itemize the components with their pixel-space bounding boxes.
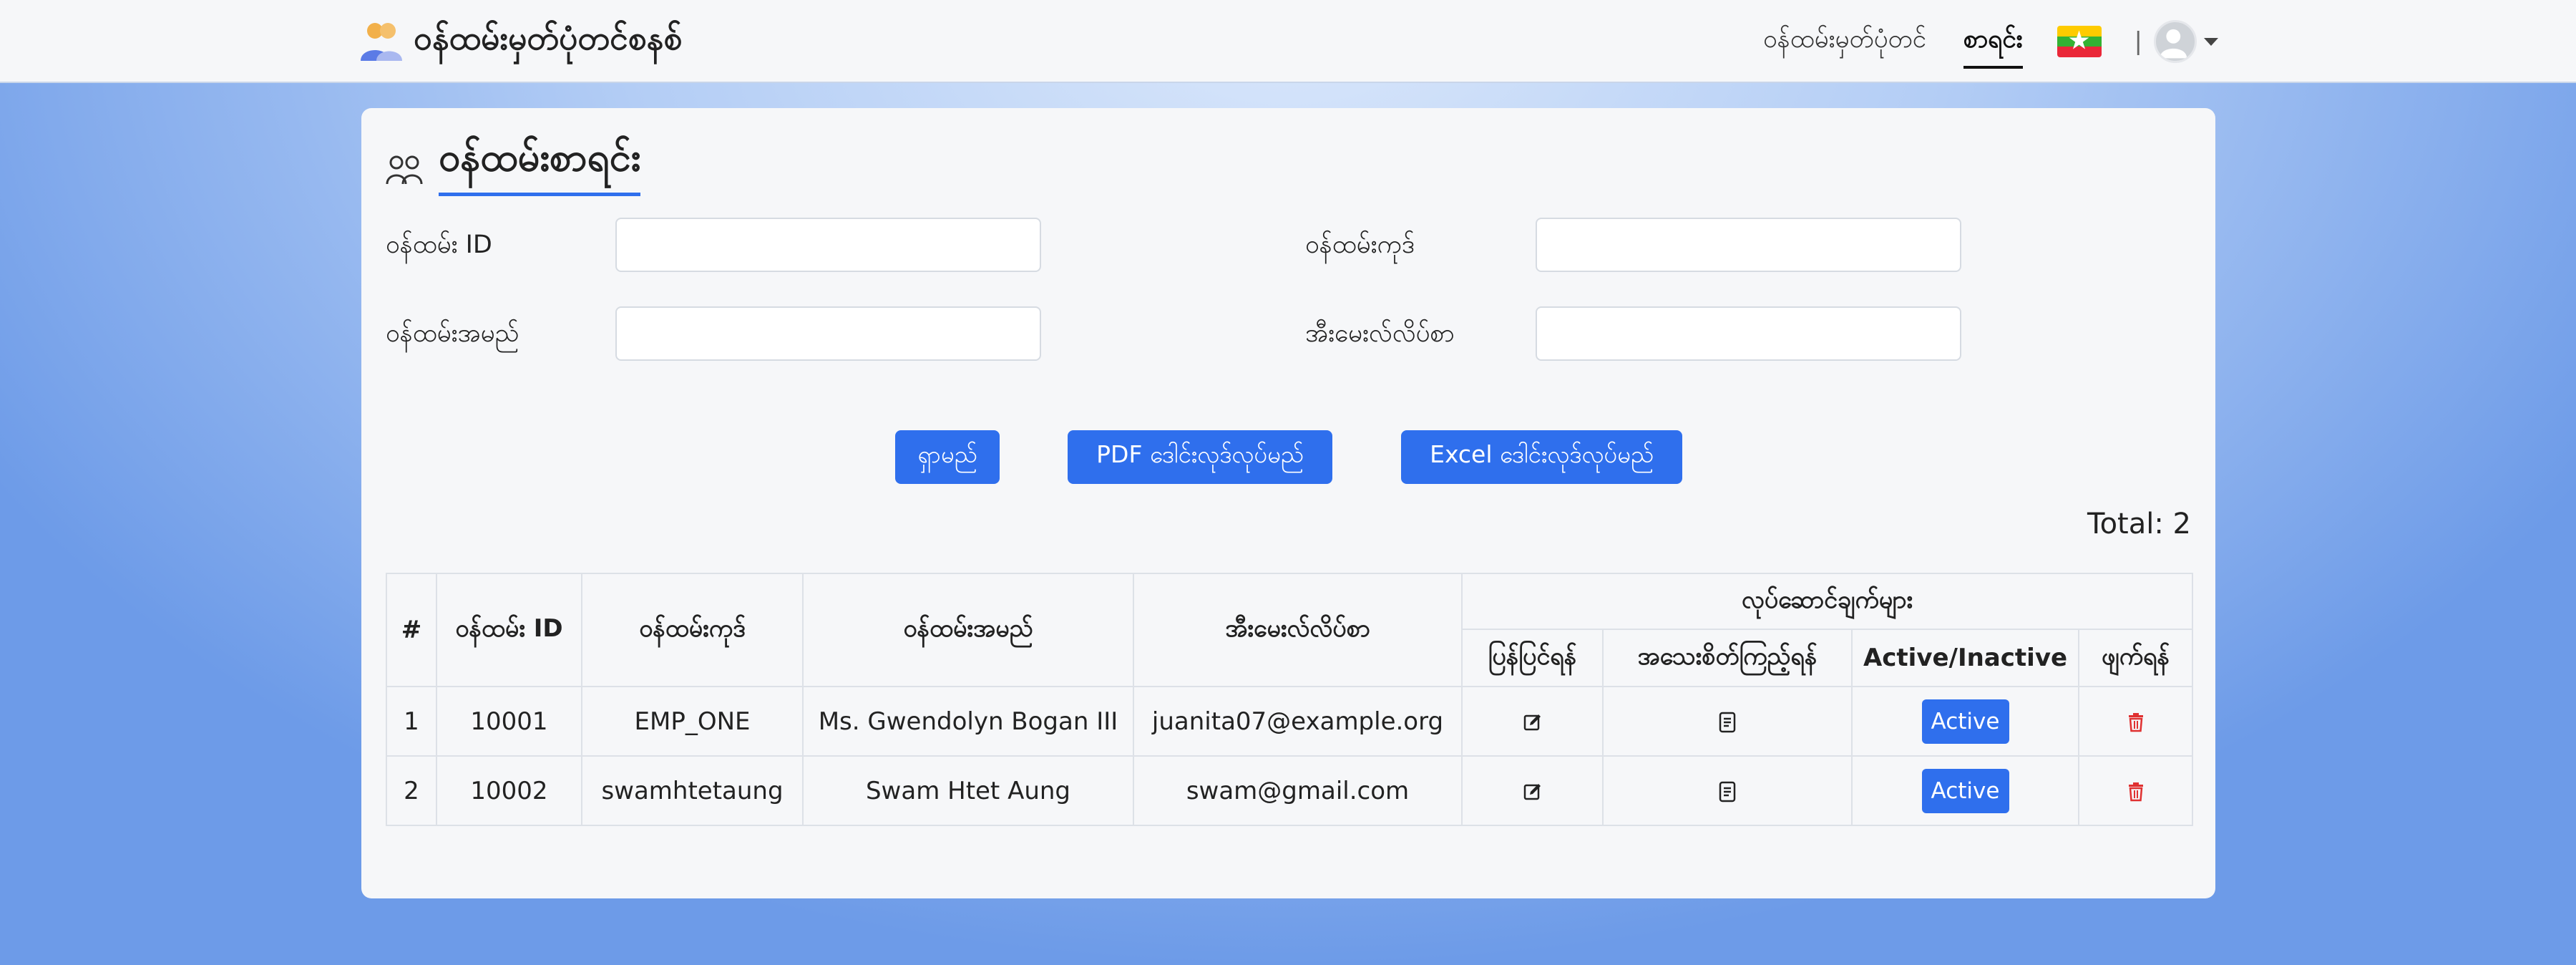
header-actions: လုပ်ဆောင်ချက်များ — [1460, 573, 2194, 630]
employee-table: # ဝန်ထမ်း ID ဝန်ထမ်းကုဒ် ဝန်ထမ်းအမည် အီး… — [386, 573, 2194, 826]
employee-name-label: ဝန်ထမ်းအမည် — [386, 319, 519, 348]
cell-detail — [1602, 686, 1853, 757]
app-title: ဝန်ထမ်းမှတ်ပုံတင်စနစ် — [414, 18, 683, 57]
header-edit: ပြန်ပြင်ရန် — [1461, 629, 1604, 687]
nav-link-register[interactable]: ဝန်ထမ်းမှတ်ပုံတင် — [1763, 23, 1926, 60]
header-delete: ဖျက်ရန် — [2077, 629, 2194, 687]
edit-icon[interactable] — [1523, 782, 1543, 802]
cell-index: 1 — [386, 686, 437, 757]
header-email: အီးမေးလ်လိပ်စာ — [1133, 573, 1463, 687]
employee-code-input[interactable] — [1536, 218, 1961, 272]
users-group-icon — [361, 23, 402, 61]
trash-icon[interactable] — [2127, 782, 2145, 802]
employee-code-label: ဝန်ထမ်းကုဒ် — [1305, 231, 1415, 259]
cell-edit — [1461, 686, 1604, 757]
status-toggle-button[interactable]: Active — [1921, 768, 2009, 813]
employee-id-label: ဝန်ထမ်း ID — [386, 231, 492, 259]
email-input[interactable] — [1536, 306, 1961, 361]
cell-employee-code: swamhtetaung — [581, 755, 804, 826]
chevron-down-icon[interactable] — [2204, 37, 2218, 46]
status-toggle-button[interactable]: Active — [1921, 699, 2009, 744]
header-employee-id: ဝန်ထမ်း ID — [436, 573, 582, 687]
cell-email: swam@gmail.com — [1133, 755, 1463, 826]
brand[interactable]: ဝန်ထမ်းမှတ်ပုံတင်စနစ် — [358, 17, 682, 66]
cell-status: Active — [1851, 686, 2079, 757]
email-label: အီးမေးလ်လိပ်စာ — [1305, 319, 1455, 348]
header-index: # — [386, 573, 437, 687]
nav-link-list[interactable]: စာရင်း — [1963, 23, 2023, 69]
document-icon[interactable] — [1718, 781, 1737, 802]
search-button[interactable]: ရှာမည် — [895, 430, 1000, 484]
header-employee-code: ဝန်ထမ်းကုဒ် — [581, 573, 804, 687]
top-navbar: ဝန်ထမ်းမှတ်ပုံတင်စနစ် ဝန်ထမ်းမှတ်ပုံတင် … — [0, 0, 2576, 83]
excel-download-button[interactable]: Excel ဒေါင်းလုဒ်လုပ်မည် — [1401, 430, 1682, 484]
header-status: Active/Inactive — [1851, 629, 2079, 687]
cell-employee-id: 10001 — [436, 686, 582, 757]
trash-icon[interactable] — [2127, 712, 2145, 732]
employee-list-card: ဝန်ထမ်းစာရင်း ဝန်ထမ်း ID ဝန်ထမ်းကုဒ် ဝန်… — [361, 108, 2215, 898]
cell-delete — [2077, 686, 2194, 757]
cell-employee-id: 10002 — [436, 755, 582, 826]
table-row: 1 10001 EMP_ONE Ms. Gwendolyn Bogan III … — [386, 686, 2194, 757]
cell-employee-name: Swam Htet Aung — [802, 755, 1134, 826]
document-icon[interactable] — [1718, 712, 1737, 733]
cell-detail — [1602, 755, 1853, 826]
header-detail: အသေးစိတ်ကြည့်ရန် — [1602, 629, 1853, 687]
cell-status: Active — [1851, 755, 2079, 826]
nav-separator: | — [2134, 27, 2142, 56]
cell-employee-name: Ms. Gwendolyn Bogan III — [802, 686, 1134, 757]
pdf-download-button[interactable]: PDF ဒေါင်းလုဒ်လုပ်မည် — [1068, 430, 1332, 484]
table-row: 2 10002 swamhtetaung Swam Htet Aung swam… — [386, 755, 2194, 826]
nav-menu: ဝန်ထမ်းမှတ်ပုံတင် စာရင်း ★ | — [1726, 14, 2218, 69]
people-outline-icon — [386, 155, 423, 185]
cell-email: juanita07@example.org — [1133, 686, 1463, 757]
myanmar-flag-icon[interactable]: ★ — [2057, 26, 2102, 57]
employee-name-input[interactable] — [615, 306, 1041, 361]
header-employee-name: ဝန်ထမ်းအမည် — [802, 573, 1134, 687]
cell-index: 2 — [386, 755, 437, 826]
page-title: ဝန်ထမ်းစာရင်း — [439, 133, 641, 196]
employee-id-input[interactable] — [615, 218, 1041, 272]
page-header: ဝန်ထမ်းစာရင်း — [386, 133, 641, 196]
cell-employee-code: EMP_ONE — [581, 686, 804, 757]
user-avatar-icon[interactable] — [2154, 20, 2197, 63]
cell-delete — [2077, 755, 2194, 826]
cell-edit — [1461, 755, 1604, 826]
total-count: Total: 2 — [2087, 508, 2191, 540]
edit-icon[interactable] — [1523, 712, 1543, 732]
